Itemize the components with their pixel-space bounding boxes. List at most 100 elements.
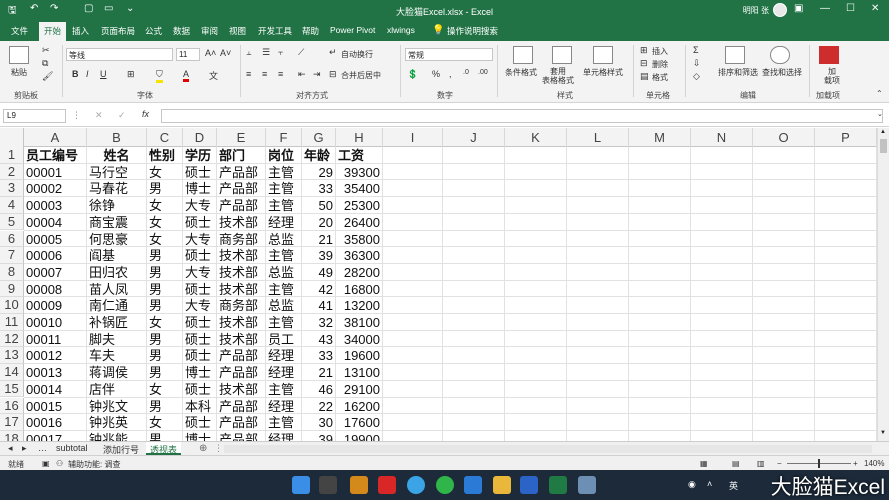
data-cell[interactable]: 00015: [26, 398, 84, 415]
zoom-out-icon[interactable]: −: [777, 459, 782, 468]
data-cell[interactable]: 硕士: [185, 314, 214, 331]
data-cell[interactable]: 38100: [338, 314, 380, 331]
data-cell[interactable]: 经理: [268, 431, 299, 441]
data-cell[interactable]: 总监: [268, 264, 299, 281]
data-cell[interactable]: 34000: [338, 331, 380, 348]
format-as-table-icon[interactable]: [552, 46, 572, 64]
data-cell[interactable]: 钟兆文: [89, 398, 144, 415]
data-cell[interactable]: 产品部: [219, 347, 263, 364]
copy-icon[interactable]: ⧉: [42, 58, 48, 69]
data-cell[interactable]: 车夫: [89, 347, 144, 364]
sheet-next-icon[interactable]: ▸: [18, 442, 31, 455]
comma-icon[interactable]: ,: [449, 69, 452, 79]
conditional-format-button[interactable]: 条件格式: [505, 67, 537, 78]
row-header[interactable]: 12: [0, 330, 24, 348]
add-sheet-icon[interactable]: ⊕: [195, 442, 211, 455]
tab-developer[interactable]: 开发工具: [258, 25, 292, 37]
data-cell[interactable]: 33: [304, 180, 333, 197]
data-cell[interactable]: 主管: [268, 180, 299, 197]
data-cell[interactable]: 大专: [185, 197, 214, 214]
bold-button[interactable]: B: [72, 69, 79, 79]
column-header[interactable]: P: [815, 128, 877, 147]
format-as-table-button[interactable]: 套用 表格格式: [542, 67, 574, 85]
data-cell[interactable]: 男: [149, 264, 180, 281]
data-cell[interactable]: 技术部: [219, 381, 263, 398]
zoom-slider-thumb[interactable]: [818, 459, 820, 468]
row-header[interactable]: 7: [0, 247, 24, 264]
align-left-icon[interactable]: ≡: [246, 69, 251, 79]
data-cell[interactable]: 21: [304, 231, 333, 248]
app-icon[interactable]: [520, 476, 538, 494]
data-cell[interactable]: 主管: [268, 164, 299, 181]
format-painter-icon[interactable]: 🖌: [42, 71, 53, 82]
data-cell[interactable]: 32: [304, 314, 333, 331]
data-cell[interactable]: 00014: [26, 381, 84, 398]
data-cell[interactable]: 女: [149, 197, 180, 214]
data-cell[interactable]: 主管: [268, 414, 299, 431]
data-cell[interactable]: 博士: [185, 431, 214, 441]
header-cell[interactable]: 岗位: [268, 147, 299, 164]
align-bottom-icon[interactable]: ⫟: [278, 47, 283, 58]
delete-cells-icon[interactable]: ⊟: [640, 58, 648, 69]
column-header[interactable]: H: [336, 128, 383, 147]
data-cell[interactable]: 产品部: [219, 197, 263, 214]
data-cell[interactable]: 硕士: [185, 414, 214, 431]
header-cell[interactable]: 部门: [219, 147, 263, 164]
data-cell[interactable]: 技术部: [219, 247, 263, 264]
indent-decrease-icon[interactable]: ⇤: [298, 69, 306, 80]
accessibility-status[interactable]: 辅助功能: 调查: [68, 459, 120, 470]
data-cell[interactable]: 大专: [185, 264, 214, 281]
data-cell[interactable]: 商宝震: [89, 214, 144, 231]
data-cell[interactable]: 00013: [26, 364, 84, 381]
data-cell[interactable]: 补锅匠: [89, 314, 144, 331]
data-cell[interactable]: 男: [149, 364, 180, 381]
column-header[interactable]: N: [691, 128, 753, 147]
fill-color-icon[interactable]: ⛉: [156, 69, 163, 83]
data-cell[interactable]: 钟兆能: [89, 431, 144, 441]
sheet-prev-icon[interactable]: ◂: [4, 442, 17, 455]
maximize-icon[interactable]: ☐: [846, 3, 855, 14]
increase-decimal-icon[interactable]: .0: [463, 69, 469, 76]
sheet-more-icon[interactable]: …: [34, 442, 51, 455]
tab-review[interactable]: 审阅: [201, 25, 218, 37]
name-box[interactable]: L9: [3, 109, 66, 123]
data-cell[interactable]: 00004: [26, 214, 84, 231]
folder-icon[interactable]: [493, 476, 511, 494]
autosum-icon[interactable]: Σ: [693, 45, 699, 55]
data-cell[interactable]: 26400: [338, 214, 380, 231]
data-cell[interactable]: 00009: [26, 297, 84, 314]
sheet-tab-pivot[interactable]: 透视表: [146, 442, 182, 455]
data-cell[interactable]: 男: [149, 347, 180, 364]
data-cell[interactable]: 22: [304, 398, 333, 415]
tray-chevron-icon[interactable]: ˄: [707, 479, 712, 489]
data-cell[interactable]: 南仁通: [89, 297, 144, 314]
vertical-scrollbar[interactable]: ▲ ▼: [877, 128, 889, 441]
data-cell[interactable]: 36300: [338, 247, 380, 264]
column-header[interactable]: C: [147, 128, 183, 147]
data-cell[interactable]: 女: [149, 381, 180, 398]
column-header[interactable]: A: [24, 128, 87, 147]
sublime-icon[interactable]: [350, 476, 368, 494]
data-cell[interactable]: 硕士: [185, 214, 214, 231]
data-cell[interactable]: 女: [149, 164, 180, 181]
tab-view[interactable]: 视图: [229, 25, 246, 37]
data-cell[interactable]: 男: [149, 247, 180, 264]
data-cell[interactable]: 主管: [268, 314, 299, 331]
data-cell[interactable]: 主管: [268, 381, 299, 398]
cut-icon[interactable]: ✂: [42, 45, 50, 56]
data-cell[interactable]: 男: [149, 180, 180, 197]
data-cell[interactable]: 蒋调侯: [89, 364, 144, 381]
tray-wechat-icon[interactable]: ◉: [688, 479, 696, 490]
data-cell[interactable]: 男: [149, 281, 180, 298]
border-icon[interactable]: ⊞: [127, 69, 135, 80]
wechat-icon[interactable]: [436, 476, 454, 494]
tab-help[interactable]: 帮助: [302, 25, 319, 37]
column-header[interactable]: F: [266, 128, 302, 147]
fill-icon[interactable]: ⇩: [693, 58, 701, 69]
data-cell[interactable]: 21: [304, 364, 333, 381]
data-cell[interactable]: 技术部: [219, 281, 263, 298]
data-cell[interactable]: 硕士: [185, 247, 214, 264]
data-cell[interactable]: 41: [304, 297, 333, 314]
data-cell[interactable]: 19600: [338, 347, 380, 364]
data-cell[interactable]: 技术部: [219, 214, 263, 231]
